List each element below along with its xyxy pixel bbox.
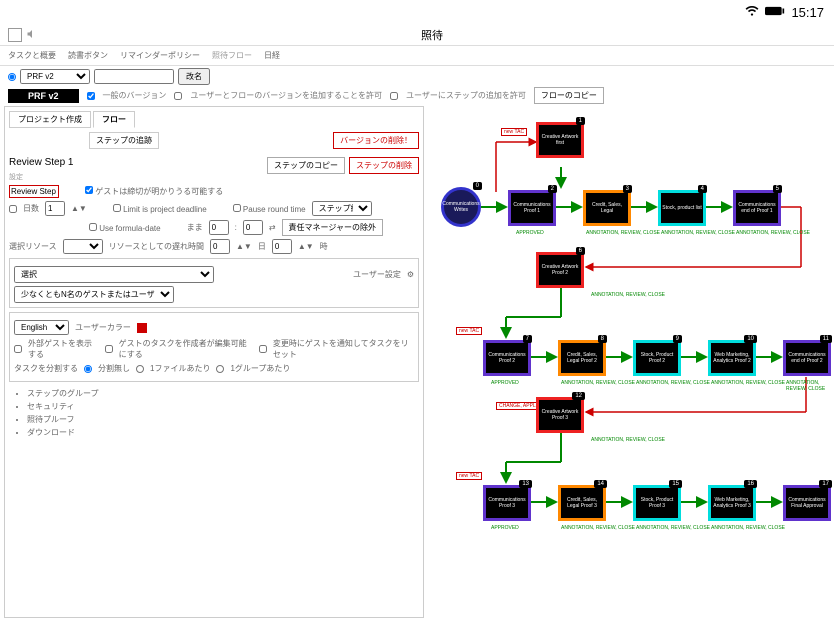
page-title: 照待 — [38, 27, 826, 43]
node-creative-3[interactable]: Creative Artwork Proof 312 — [536, 397, 584, 433]
version-delete-button[interactable]: バージョンの削除！ — [333, 132, 419, 149]
node-start[interactable]: Communications Writes0 — [441, 187, 481, 227]
color-swatch[interactable] — [137, 323, 147, 333]
opt-userstep: ユーザーにステップの追加を許可 — [406, 90, 526, 101]
chk-userflow[interactable] — [174, 92, 182, 100]
wifi-icon — [745, 4, 759, 21]
node-comm-3[interactable]: Communications Proof 313 — [483, 485, 531, 521]
chk-reset[interactable] — [259, 345, 267, 353]
split-perfile[interactable] — [136, 365, 144, 373]
chk-show-guest[interactable] — [14, 345, 22, 353]
speaker-icon[interactable] — [26, 28, 38, 42]
assignment-select[interactable]: 選択 — [14, 266, 214, 283]
node-legal-2[interactable]: Credit, Sales, Legal Proof 28 — [558, 340, 606, 376]
description-list: ステップのグループ セキュリティ 照待プルーフ ダウンロード — [27, 388, 419, 438]
res-t2[interactable] — [272, 239, 292, 254]
chk-days[interactable] — [9, 205, 17, 213]
chk-formula[interactable] — [89, 223, 97, 231]
version-name-input[interactable] — [94, 69, 174, 84]
days-input[interactable] — [45, 201, 65, 216]
flow-copy-button[interactable]: フローのコピー — [534, 87, 604, 104]
step-name-input[interactable] — [9, 185, 59, 198]
opt-userflow: ユーザーとフローのバージョンを追加することを許可 — [190, 90, 382, 101]
time-h[interactable] — [209, 220, 229, 235]
chk-default-version[interactable] — [87, 92, 95, 100]
step-copy-button[interactable]: ステップのコピー — [267, 157, 345, 174]
node-web-3[interactable]: Web Marketing, Analytics Proof 316 — [708, 485, 756, 521]
node-stock-2[interactable]: Stock, Product Proof 29 — [633, 340, 681, 376]
version-radio[interactable] — [8, 73, 16, 81]
flow-canvas: new TAC Creative Artwork first1 Communic… — [428, 104, 834, 620]
node-stock-1[interactable]: Stock, product list4 — [658, 190, 706, 226]
node-creative-1[interactable]: Creative Artwork first1 — [536, 122, 584, 158]
rename-button[interactable]: 改名 — [178, 68, 210, 85]
node-comm-2[interactable]: Communications Proof 27 — [483, 340, 531, 376]
nav-tabs: タスクと概要 読書ボタン リマインダーポリシー 照待フロー 日経 — [0, 46, 834, 66]
res-t1[interactable] — [210, 239, 230, 254]
step-tracking-btn[interactable]: ステップの追跡 — [89, 132, 159, 149]
chk-pause[interactable] — [233, 204, 241, 212]
version-label: PRF v2 — [8, 89, 79, 103]
version-select[interactable]: PRF v2 — [20, 69, 90, 84]
nav-tab-flow[interactable]: 照待フロー — [212, 50, 252, 61]
gear-icon[interactable]: ⚙ — [407, 270, 414, 279]
node-legal-1[interactable]: Credit, Sales, Legal3 — [583, 190, 631, 226]
step-delete-button[interactable]: ステップの削除 — [349, 157, 419, 174]
status-time: 15:17 — [791, 5, 824, 20]
lang-select[interactable]: English — [14, 320, 69, 335]
step-edit-select[interactable]: ステップ編集 — [312, 201, 372, 216]
chk-guest-task[interactable] — [105, 345, 113, 353]
nav-tab-nikkei[interactable]: 日経 — [264, 50, 280, 61]
desc-item[interactable]: 照待プルーフ — [27, 414, 419, 425]
node-end-1[interactable]: Communications end of Proof 15 — [733, 190, 781, 226]
node-end-3[interactable]: Communications Final Approval17 — [783, 485, 831, 521]
battery-icon — [765, 5, 785, 20]
chk-limit[interactable] — [113, 204, 121, 212]
split-none[interactable] — [84, 365, 92, 373]
desc-item[interactable]: ステップのグループ — [27, 388, 419, 399]
subtab-project[interactable]: プロジェクト作成 — [9, 111, 91, 128]
node-end-2[interactable]: Communications end of Proof 211 — [783, 340, 831, 376]
back-icon[interactable] — [8, 28, 22, 42]
node-legal-3[interactable]: Credit, Sales, Legal Proof 314 — [558, 485, 606, 521]
node-comm-1[interactable]: Communications Proof 12 — [508, 190, 556, 226]
nav-tab-readbtn[interactable]: 読書ボタン — [68, 50, 108, 61]
rule-select[interactable]: 少なくともN名のゲストまたはユーザが決議 — [14, 286, 174, 303]
left-panel: プロジェクト作成 フロー ステップの追跡 バージョンの削除！ ステップのコピー … — [4, 106, 424, 618]
manager-exclude-button[interactable]: 責任マネージャーの除外 — [282, 219, 383, 236]
resource-select[interactable] — [63, 239, 103, 254]
node-stock-3[interactable]: Stock, Product Proof 315 — [633, 485, 681, 521]
node-creative-2[interactable]: Creative Artwork Proof 26 — [536, 252, 584, 288]
subtab-flow[interactable]: フロー — [93, 111, 135, 128]
node-web-2[interactable]: Web Marketing, Analytics Proof 210 — [708, 340, 756, 376]
chk-guest-deadline[interactable] — [85, 186, 93, 194]
desc-item[interactable]: ダウンロード — [27, 427, 419, 438]
desc-item[interactable]: セキュリティ — [27, 401, 419, 412]
nav-tab-tasks[interactable]: タスクと概要 — [8, 50, 56, 61]
nav-tab-reminder[interactable]: リマインダーポリシー — [120, 50, 200, 61]
label-new: new TAC — [501, 128, 527, 136]
chk-userstep[interactable] — [390, 92, 398, 100]
opt-default: 一般のバージョン — [103, 90, 167, 101]
split-pergroup[interactable] — [216, 365, 224, 373]
time-m[interactable] — [243, 220, 263, 235]
